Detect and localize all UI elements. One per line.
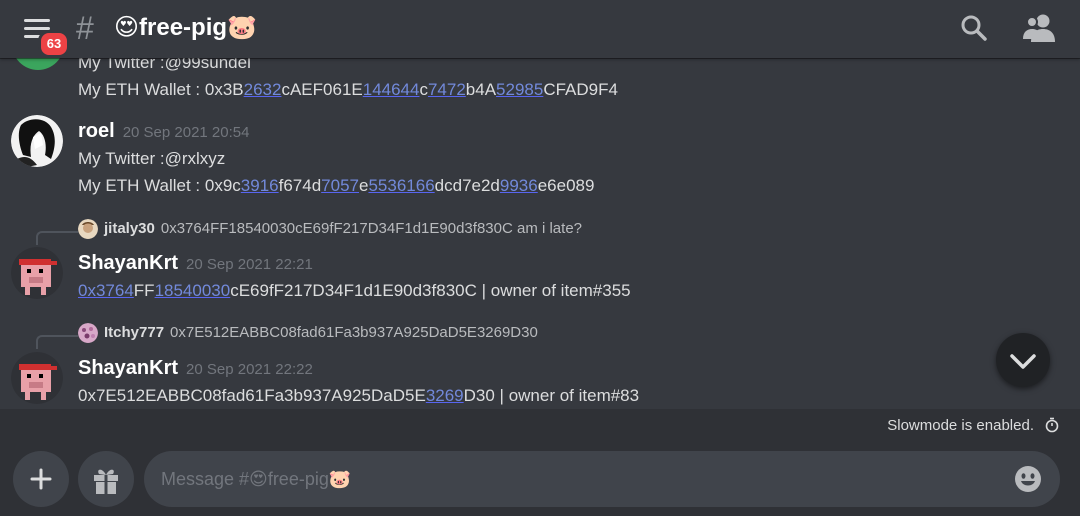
phone-link[interactable]: 5536166	[368, 176, 434, 195]
slowmode-bar: Slowmode is enabled.	[0, 409, 1080, 441]
phone-link[interactable]: 18540030	[155, 281, 231, 300]
reply-connector	[36, 335, 78, 349]
emoji-icon[interactable]	[1014, 465, 1042, 493]
user-avatar[interactable]	[12, 58, 64, 70]
reply-username[interactable]: jitaly30	[104, 220, 155, 237]
message-text-segment: FF	[133, 281, 155, 300]
channel-header: 63 # 😍free-pig🐷	[0, 0, 1080, 58]
phone-link[interactable]: 2632	[244, 80, 282, 99]
members-icon[interactable]	[1022, 12, 1056, 44]
username[interactable]: ShayanKrt 20 Sep 2021 22:22	[78, 356, 313, 382]
slowmode-text: Slowmode is enabled.	[887, 417, 1034, 434]
message-text: 0x3764FF18540030cE69fF217D34F1d1E90d3f83…	[78, 280, 631, 302]
channel-title: 😍free-pig🐷	[114, 14, 257, 41]
gift-icon	[94, 469, 118, 494]
chevron-down-icon	[1010, 354, 1036, 369]
message-text-segment: cE69fF217D34F1d1E90d3f830C | owner of it…	[230, 281, 631, 300]
phone-link[interactable]: 9936	[500, 176, 538, 195]
add-attachment-button[interactable]	[13, 451, 69, 507]
message-text-segment: e6e089	[537, 176, 595, 195]
plus-icon	[30, 468, 52, 490]
message-text-segment: My ETH Wallet : 0x9c	[78, 176, 241, 195]
timestamp: 20 Sep 2021 20:54	[122, 124, 250, 141]
reply-preview[interactable]: Itchy777 0x7E512EABBC08fad61Fa3b937A925Da…	[78, 323, 538, 343]
gift-button[interactable]	[78, 451, 134, 507]
user-avatar[interactable]	[11, 247, 63, 299]
phone-link[interactable]: 3269	[426, 386, 464, 405]
message-input[interactable]: Message #😍free-pig🐷	[144, 451, 1060, 507]
message-text-segment: f674d	[278, 176, 322, 195]
username-text[interactable]: roel	[78, 120, 115, 142]
user-avatar[interactable]	[11, 352, 63, 404]
hashtag-icon: #	[76, 10, 94, 46]
timestamp: 20 Sep 2021 22:21	[186, 256, 313, 273]
message-text-segment: b4A	[465, 80, 497, 99]
message-text: My ETH Wallet : 0x3B2632cAEF061E144644c7…	[78, 79, 618, 101]
search-icon[interactable]	[960, 14, 988, 42]
message-composer: Message #😍free-pig🐷	[0, 441, 1080, 516]
user-avatar[interactable]	[11, 115, 63, 167]
message-text: My Twitter :@99sundel	[78, 58, 251, 72]
username[interactable]: ShayanKrt 20 Sep 2021 22:21	[78, 251, 313, 277]
phone-link[interactable]: 7057	[321, 176, 359, 195]
notification-badge: 63	[38, 30, 70, 58]
phone-link[interactable]: 3916	[241, 176, 279, 195]
phone-link[interactable]: 52985	[496, 80, 543, 99]
reply-avatar	[78, 323, 98, 343]
message-text: My ETH Wallet : 0x9c3916f674d7057e553616…	[78, 175, 594, 197]
reply-username[interactable]: Itchy777	[104, 324, 164, 341]
reply-avatar	[78, 219, 98, 239]
message-list[interactable]: My Twitter :@99sundel My ETH Wallet : 0x…	[0, 58, 1080, 409]
message-placeholder: Message #😍free-pig🐷	[161, 469, 352, 489]
reply-preview[interactable]: jitaly30 0x3764FF18540030cE69fF217D34F1d1…	[78, 219, 582, 239]
timestamp: 20 Sep 2021 22:22	[186, 361, 313, 378]
message-text-segment: dcd7e2d	[434, 176, 500, 195]
jump-to-present-button[interactable]	[996, 333, 1050, 387]
reply-text: 0x7E512EABBC08fad61Fa3b937A925DaD5E3269D…	[170, 324, 538, 341]
phone-link[interactable]: 0x3764	[78, 281, 134, 300]
message-text-segment: D30 | owner of item#83	[463, 386, 640, 405]
username-text[interactable]: ShayanKrt	[78, 252, 178, 274]
message-text-segment: My ETH Wallet : 0x3B	[78, 80, 244, 99]
message-text-segment: CFAD9F4	[543, 80, 618, 99]
message-text: My Twitter :@rxlxyz	[78, 149, 226, 168]
phone-link[interactable]: 7472	[428, 80, 466, 99]
reply-text: 0x3764FF18540030cE69fF217D34F1d1E90d3f83…	[160, 220, 583, 237]
message-text: 0x7E512EABBC08fad61Fa3b937A925DaD5E3269D…	[78, 385, 639, 407]
message-text-segment: c	[419, 80, 428, 99]
username[interactable]: roel 20 Sep 2021 20:54	[78, 119, 249, 145]
message-text-segment: 0x7E512EABBC08fad61Fa3b937A925DaD5E	[78, 386, 426, 405]
message-text-segment: cAEF061E	[281, 80, 363, 99]
username-text[interactable]: ShayanKrt	[78, 357, 178, 379]
phone-link[interactable]: 144644	[363, 80, 420, 99]
reply-connector	[36, 231, 78, 245]
timer-icon	[1045, 417, 1059, 433]
